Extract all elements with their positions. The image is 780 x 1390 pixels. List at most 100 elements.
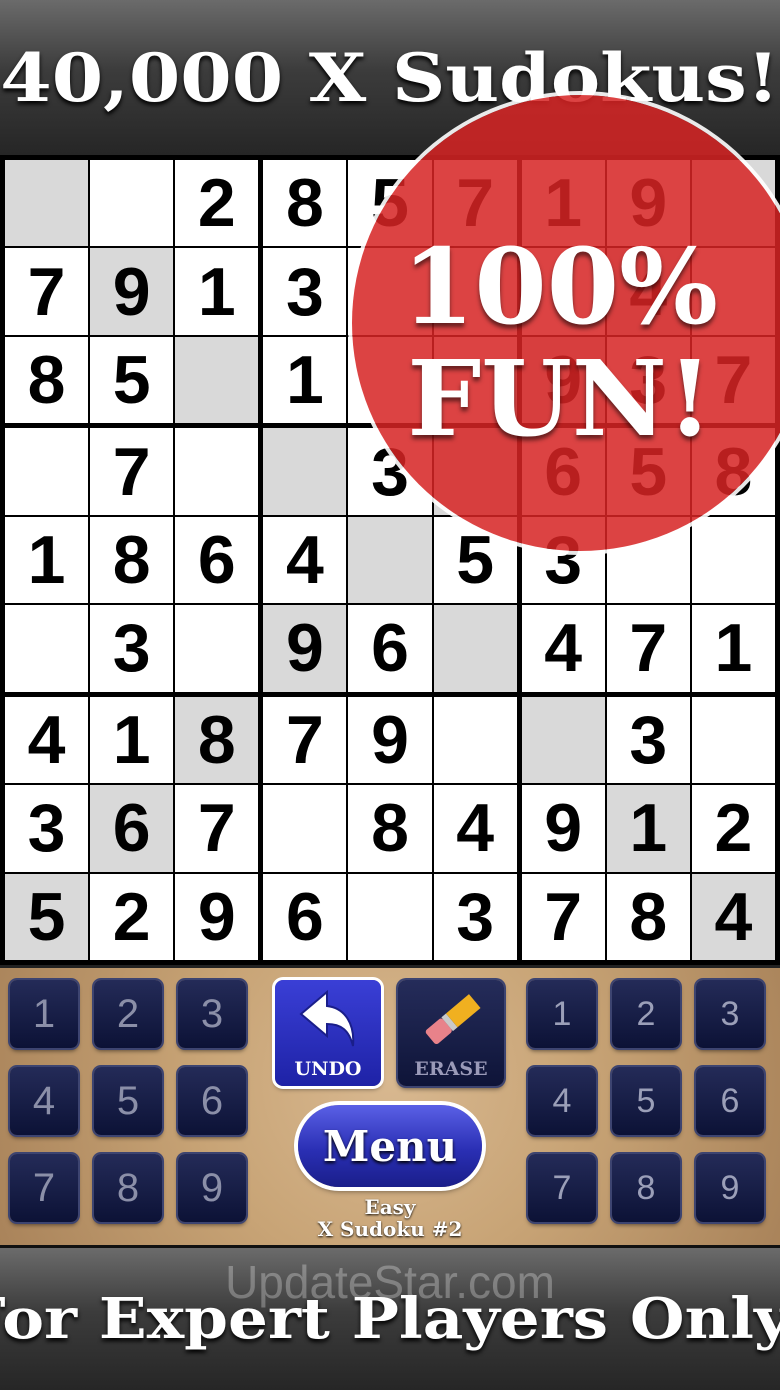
note-key[interactable]: 7 [528, 1154, 596, 1222]
board-cell[interactable] [348, 336, 432, 424]
board-cell[interactable]: 3 [263, 248, 347, 335]
board-cell[interactable]: 3 [606, 336, 690, 424]
board-cell[interactable]: 7 [263, 696, 347, 784]
board-cell[interactable] [606, 516, 690, 604]
board-cell[interactable]: 7 [433, 160, 517, 247]
board-cell[interactable] [175, 428, 259, 515]
number-key[interactable]: 4 [10, 1067, 78, 1135]
board-cell[interactable] [5, 428, 89, 515]
board-cell[interactable]: 4 [433, 785, 517, 872]
number-key[interactable]: 3 [178, 980, 246, 1048]
board-cell[interactable]: 4 [691, 873, 775, 960]
board-cell[interactable]: 7 [175, 785, 259, 872]
board-cell[interactable] [433, 605, 517, 692]
number-key[interactable]: 2 [94, 980, 162, 1048]
number-key[interactable]: 9 [178, 1154, 246, 1222]
board-cell[interactable] [5, 605, 89, 692]
board-cell[interactable]: 8 [691, 428, 775, 515]
board-cell[interactable]: 2 [175, 160, 259, 247]
board-cell[interactable]: 7 [521, 873, 605, 960]
board-cell[interactable]: 6 [348, 605, 432, 692]
board-cell[interactable]: 4 [5, 696, 89, 784]
board-cell[interactable] [348, 248, 432, 335]
note-key[interactable]: 4 [528, 1067, 596, 1135]
board-cell[interactable] [691, 160, 775, 247]
board-cell[interactable]: 3 [90, 605, 174, 692]
board-cell[interactable]: 9 [521, 336, 605, 424]
board-cell[interactable]: 3 [606, 696, 690, 784]
board-cell[interactable] [433, 428, 517, 515]
board-cell[interactable]: 6 [263, 873, 347, 960]
erase-button[interactable]: ERASE [398, 980, 504, 1086]
board-cell[interactable] [175, 336, 259, 424]
board-cell[interactable] [90, 160, 174, 247]
board-cell[interactable]: 8 [175, 696, 259, 784]
number-key[interactable]: 7 [10, 1154, 78, 1222]
board-cell[interactable]: 9 [175, 873, 259, 960]
board-cell[interactable]: 3 [348, 428, 432, 515]
board-cell[interactable]: 8 [348, 785, 432, 872]
board-cell[interactable]: 1 [606, 785, 690, 872]
board-cell[interactable] [348, 873, 432, 960]
board-cell[interactable]: 5 [5, 873, 89, 960]
note-key[interactable]: 3 [696, 980, 764, 1048]
board-cell[interactable] [5, 160, 89, 247]
board-cell[interactable]: 1 [90, 696, 174, 784]
board-cell[interactable]: 7 [606, 605, 690, 692]
note-key[interactable]: 1 [528, 980, 596, 1048]
menu-button[interactable]: Menu [298, 1105, 482, 1187]
board-cell[interactable]: 4 [606, 248, 690, 335]
board-cell[interactable]: 6 [175, 516, 259, 604]
board-cell[interactable]: 8 [90, 516, 174, 604]
note-key[interactable]: 9 [696, 1154, 764, 1222]
board-cell[interactable]: 1 [175, 248, 259, 335]
board-cell[interactable]: 5 [606, 428, 690, 515]
board-cell[interactable] [521, 696, 605, 784]
board-cell[interactable]: 1 [691, 605, 775, 692]
board-cell[interactable]: 8 [5, 336, 89, 424]
board-cell[interactable]: 4 [521, 605, 605, 692]
board-cell[interactable]: 8 [263, 160, 347, 247]
board-cell[interactable] [175, 605, 259, 692]
board-cell[interactable]: 6 [90, 785, 174, 872]
board-cell[interactable] [348, 516, 432, 604]
board-cell[interactable]: 6 [521, 428, 605, 515]
board-cell[interactable]: 1 [521, 160, 605, 247]
board-cell[interactable]: 7 [691, 336, 775, 424]
board-cell[interactable]: 9 [348, 696, 432, 784]
board-cell[interactable] [433, 248, 517, 335]
board-cell[interactable] [433, 696, 517, 784]
board-cell[interactable] [691, 248, 775, 335]
board-cell[interactable]: 9 [521, 785, 605, 872]
note-key[interactable]: 2 [612, 980, 680, 1048]
board-cell[interactable]: 7 [90, 428, 174, 515]
board-cell[interactable]: 1 [263, 336, 347, 424]
board-cell[interactable]: 7 [5, 248, 89, 335]
board-cell[interactable] [263, 428, 347, 515]
note-key[interactable]: 8 [612, 1154, 680, 1222]
board-cell[interactable]: 9 [90, 248, 174, 335]
board-cell[interactable]: 3 [5, 785, 89, 872]
board-cell[interactable] [691, 516, 775, 604]
board-cell[interactable] [433, 336, 517, 424]
number-key[interactable]: 6 [178, 1067, 246, 1135]
board-cell[interactable]: 1 [5, 516, 89, 604]
board-cell[interactable]: 2 [90, 873, 174, 960]
board-cell[interactable] [263, 785, 347, 872]
undo-button[interactable]: UNDO [275, 980, 381, 1086]
board-cell[interactable]: 8 [606, 873, 690, 960]
board-cell[interactable]: 9 [606, 160, 690, 247]
board-cell[interactable]: 3 [521, 516, 605, 604]
board-cell[interactable]: 4 [263, 516, 347, 604]
board-cell[interactable] [691, 696, 775, 784]
board-cell[interactable]: 9 [263, 605, 347, 692]
board-cell[interactable]: 5 [433, 516, 517, 604]
note-key[interactable]: 6 [696, 1067, 764, 1135]
number-key[interactable]: 5 [94, 1067, 162, 1135]
number-key[interactable]: 1 [10, 980, 78, 1048]
number-key[interactable]: 8 [94, 1154, 162, 1222]
note-key[interactable]: 5 [612, 1067, 680, 1135]
board-cell[interactable]: 5 [90, 336, 174, 424]
board-cell[interactable]: 5 [348, 160, 432, 247]
board-cell[interactable]: 2 [691, 785, 775, 872]
